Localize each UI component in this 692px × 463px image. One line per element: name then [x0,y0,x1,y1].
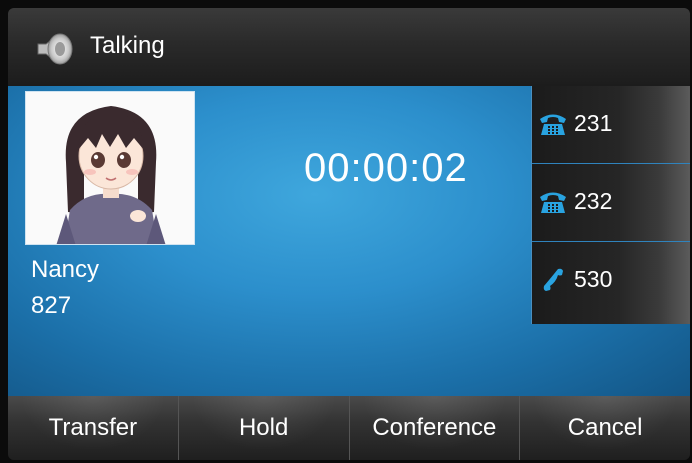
avatar-illustration [56,106,166,244]
line-key-232[interactable]: 232 [532,164,690,242]
contact-name: Nancy [31,256,100,283]
line-key-label: 530 [574,266,613,292]
line-key-530[interactable]: 530 [532,242,690,320]
transfer-button[interactable]: Transfer [8,396,179,460]
line-key-231[interactable]: 231 [532,86,690,164]
softkey-bar: Transfer Hold Conference Cancel [8,396,690,460]
contact-avatar [25,91,195,245]
line-key-label: 232 [574,188,613,214]
contact-number: 827 [31,292,72,319]
cancel-button[interactable]: Cancel [520,396,690,460]
speaker-icon [37,33,73,65]
conference-button[interactable]: Conference [349,396,521,460]
call-duration: 00:00:02 [304,146,468,190]
line-key-panel: 231 232 530 [531,86,690,324]
desk-phone-icon [540,192,566,213]
handset-icon [543,268,563,291]
title-bar: Talking [8,8,690,86]
call-status-title: Talking [90,32,165,59]
hold-button[interactable]: Hold [178,396,350,460]
desk-phone-icon [540,114,566,135]
line-key-label: 231 [574,110,613,136]
phone-screen: Talking Nancy 827 00:00:02 231 232 530 T… [8,8,690,460]
